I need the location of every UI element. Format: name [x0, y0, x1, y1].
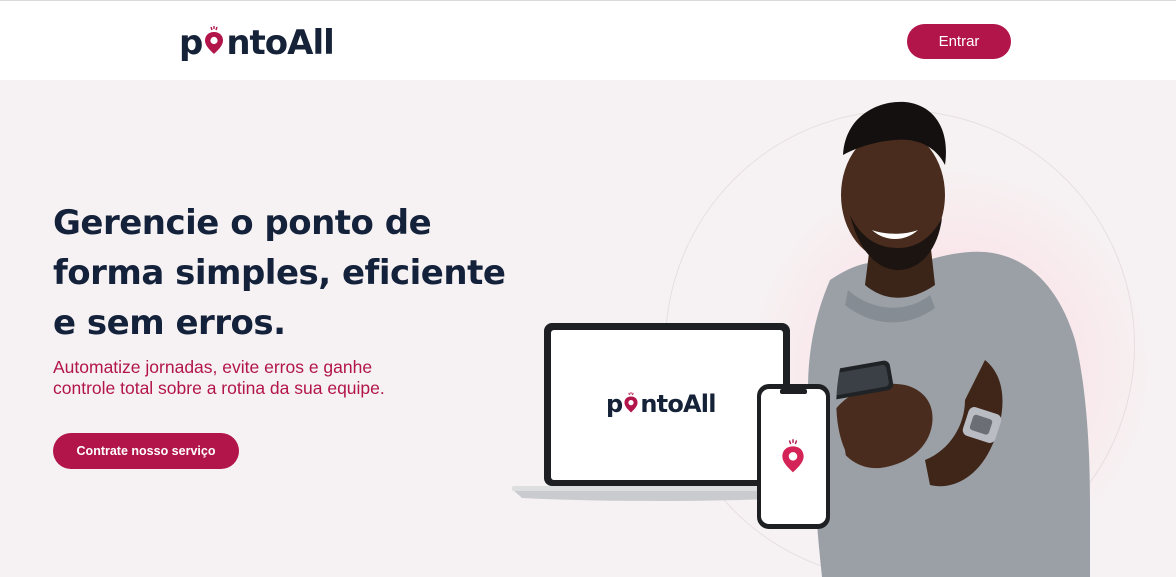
laptop-screen-logo: p ntoAll — [606, 390, 716, 418]
laptop-logo-prefix: p — [606, 390, 623, 418]
laptop-logo-suffix: ntoAll — [640, 390, 716, 418]
pontoall-logo[interactable]: p ntoAll — [179, 23, 335, 67]
person-with-phone-illustration — [512, 101, 1090, 577]
logo-text-prefix: p — [179, 23, 203, 63]
map-pin-icon — [623, 390, 639, 413]
hero-section: Gerencie o ponto de forma simples, efici… — [0, 80, 1176, 577]
logo-text-suffix: ntoAll — [226, 23, 334, 63]
map-pin-icon — [203, 24, 225, 54]
map-pin-icon — [780, 437, 806, 482]
login-button[interactable]: Entrar — [907, 24, 1011, 59]
top-header: p ntoAll Entrar — [0, 0, 1176, 80]
